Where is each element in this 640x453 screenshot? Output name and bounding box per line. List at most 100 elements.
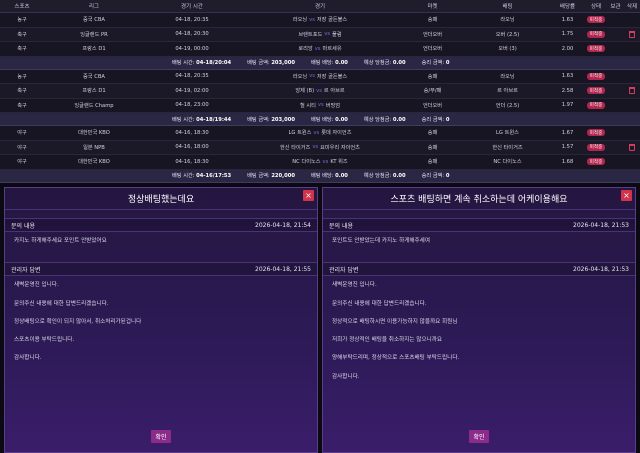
- close-icon[interactable]: ×: [621, 190, 632, 201]
- delete-cell: [624, 70, 640, 84]
- bet-payout: 배팅 배당: 0.00: [311, 172, 348, 179]
- vs-label: vs: [309, 16, 315, 23]
- status-cell: 미적중: [585, 126, 607, 140]
- bet-amount: 배팅 금액: 203,000: [247, 116, 295, 123]
- keep-cell: [607, 99, 624, 113]
- expected-win-label: 예상 당첨금:: [363, 116, 392, 123]
- sport-cell: 야구: [17, 159, 27, 166]
- bet-time-value: 04-18/20:04: [196, 60, 232, 66]
- vs-label: vs: [313, 129, 320, 136]
- sport-cell: 농구: [17, 73, 27, 80]
- status-badge: 미적중: [586, 101, 606, 109]
- win-amount: 승리 금액: 0: [422, 172, 450, 179]
- header-status: 상태: [590, 4, 602, 10]
- match-cell: LG 트윈스 vs 롯데 자이언츠: [240, 126, 400, 140]
- question-date: 2026-04-18, 21:53: [573, 221, 629, 229]
- table-row: 축구 프랑스 D1 04-19, 02:00 앙제 (B) vs 르 아브르 승/무/패 르 …: [0, 84, 640, 99]
- expected-win: 예상 당첨금: 0.00: [364, 116, 406, 123]
- away-team: 롯데 자이언츠: [321, 130, 352, 137]
- pick-cell: 오버 (2.5): [495, 31, 520, 38]
- away-team: 버밍엄: [325, 102, 341, 109]
- question-date: 2026-04-18, 21:54: [255, 221, 311, 229]
- bet-time-label: 배팅 시간:: [172, 173, 195, 179]
- home-team: 한신 타이거즈: [280, 144, 311, 151]
- market-cell: 언더오버: [422, 46, 443, 53]
- answer-header: 관리자 답변 2026-04-18, 21:53: [323, 262, 635, 277]
- keep-cell: [607, 70, 624, 84]
- bet-amount-value: 220,000: [271, 173, 295, 179]
- odds-cell: 2.58: [561, 87, 574, 94]
- bet-amount-value: 203,000: [271, 60, 295, 66]
- expected-win-value: 0.00: [392, 173, 406, 179]
- inquiry-dialog-right: 스포츠 배팅하면 계속 취소하는데 어케이용해요 × 문의 내용 2026-04…: [322, 187, 636, 453]
- expected-win: 예상 당첨금: 0.00: [364, 172, 406, 179]
- answer-header: 관리자 답변 2026-04-18, 21:55: [5, 262, 317, 277]
- bet-payout: 배팅 배당: 0.00: [311, 116, 348, 123]
- answer-body: 새벽운영진 입니다. 문의주신 내용에 대한 답변드리겠습니다. 정상적으로 배…: [323, 276, 635, 398]
- bet-time-label: 배팅 시간:: [172, 60, 195, 66]
- header-market: 마켓: [427, 4, 438, 10]
- question-body: 포인트도 안받았는데 카지노 하게해주세여: [323, 232, 635, 262]
- keep-cell: [607, 126, 624, 140]
- question-header: 문의 내용 2026-04-18, 21:53: [323, 218, 635, 232]
- pick-cell: 오버 (3): [498, 46, 517, 53]
- bet-time: 배팅 시간: 04-18/19:44: [172, 116, 231, 123]
- confirm-button[interactable]: 확인: [469, 430, 489, 443]
- keep-cell: [607, 84, 624, 98]
- bet-payout-label: 배팅 배당:: [310, 116, 334, 123]
- win-amount-label: 승리 금액:: [421, 173, 445, 179]
- answer-line: 문의주신 내용에 대한 답변드리겠습니다.: [332, 300, 427, 307]
- bet-amount: 배팅 금액: 220,000: [247, 172, 295, 179]
- answer-line: 정상적으로 배팅하시면 이용가능하지 않을까요 회원님: [332, 318, 458, 325]
- match-cell: NC 다이노스 vs KT 위즈: [240, 155, 400, 169]
- keep-cell: [607, 155, 624, 169]
- win-amount-value: 0: [445, 60, 450, 66]
- away-team: 요미우리 자이언츠: [320, 144, 360, 151]
- trash-icon[interactable]: [629, 87, 635, 95]
- bet-time-value: 04-18/19:44: [196, 116, 232, 123]
- status-badge: 미적중: [586, 158, 606, 166]
- answer-line: 저희가 정상적인 배팅을 취소하지는 않으니까요: [332, 337, 443, 344]
- table-row: 야구 대한민국 KBO 04-16, 18:30 LG 트윈스 vs 롯데 자이언츠 승패 L…: [0, 126, 640, 141]
- match-cell: 앙제 (B) vs 르 아브르: [240, 84, 400, 98]
- away-team: KT 위즈: [330, 159, 348, 166]
- sport-cell: 축구: [17, 102, 27, 109]
- odds-cell: 1.63: [561, 73, 574, 80]
- away-team: 저장 골든불스: [316, 73, 348, 80]
- vs-label: vs: [309, 73, 315, 80]
- sport-cell: 야구: [17, 130, 27, 137]
- vs-label: vs: [317, 102, 324, 109]
- table-row: 축구 프랑스 D1 04-19, 00:00 로리앙 vs 마르세유 언더오버 오버 (3) 2…: [0, 42, 640, 57]
- table-row: 축구 잉글랜드 Champ 04-18, 23:00 헐 시티 vs 버밍엄 언더오버 언더 …: [0, 99, 640, 113]
- vs-label: vs: [314, 45, 321, 52]
- away-team: 마르세유: [322, 46, 342, 53]
- win-amount-value: 0: [445, 116, 450, 123]
- market-cell: 승패: [427, 159, 438, 166]
- pick-cell: 언더 (2.5): [495, 102, 520, 109]
- header-match: 경기: [314, 4, 326, 10]
- delete-cell: [624, 99, 640, 113]
- match-cell: 브렌트포드 vs 풀럼: [240, 28, 400, 42]
- odds-cell: 1.97: [561, 102, 574, 109]
- market-cell: 승패: [427, 73, 438, 80]
- bet-payout-value: 0.00: [335, 173, 348, 179]
- trash-icon[interactable]: [629, 143, 635, 151]
- keep-cell: [607, 141, 624, 155]
- bet-payout: 배팅 배당: 0.00: [311, 59, 348, 66]
- close-icon[interactable]: ×: [303, 190, 314, 201]
- status-cell: 미적중: [585, 28, 607, 42]
- time-cell: 04-16, 18:30: [175, 129, 209, 136]
- header-time: 경기 시간: [181, 4, 203, 10]
- home-team: 라오닝: [292, 17, 308, 24]
- trash-icon[interactable]: [629, 30, 635, 38]
- header-sport: 스포츠: [14, 4, 30, 10]
- status-badge: 미적중: [586, 16, 606, 24]
- confirm-button[interactable]: 확인: [151, 430, 171, 443]
- bet-time: 배팅 시간: 04-16/17:53: [172, 172, 231, 179]
- bet-amount-label: 배팅 금액:: [247, 60, 270, 66]
- delete-cell: [624, 126, 640, 140]
- time-cell: 04-18, 20:35: [175, 73, 209, 80]
- time-cell: 04-18, 20:30: [175, 31, 209, 38]
- table-header: 스포츠 리그 경기 시간 경기 마켓 배팅 배당률 상태 보관 삭제: [0, 0, 640, 13]
- pick-cell: 라오닝: [500, 17, 515, 24]
